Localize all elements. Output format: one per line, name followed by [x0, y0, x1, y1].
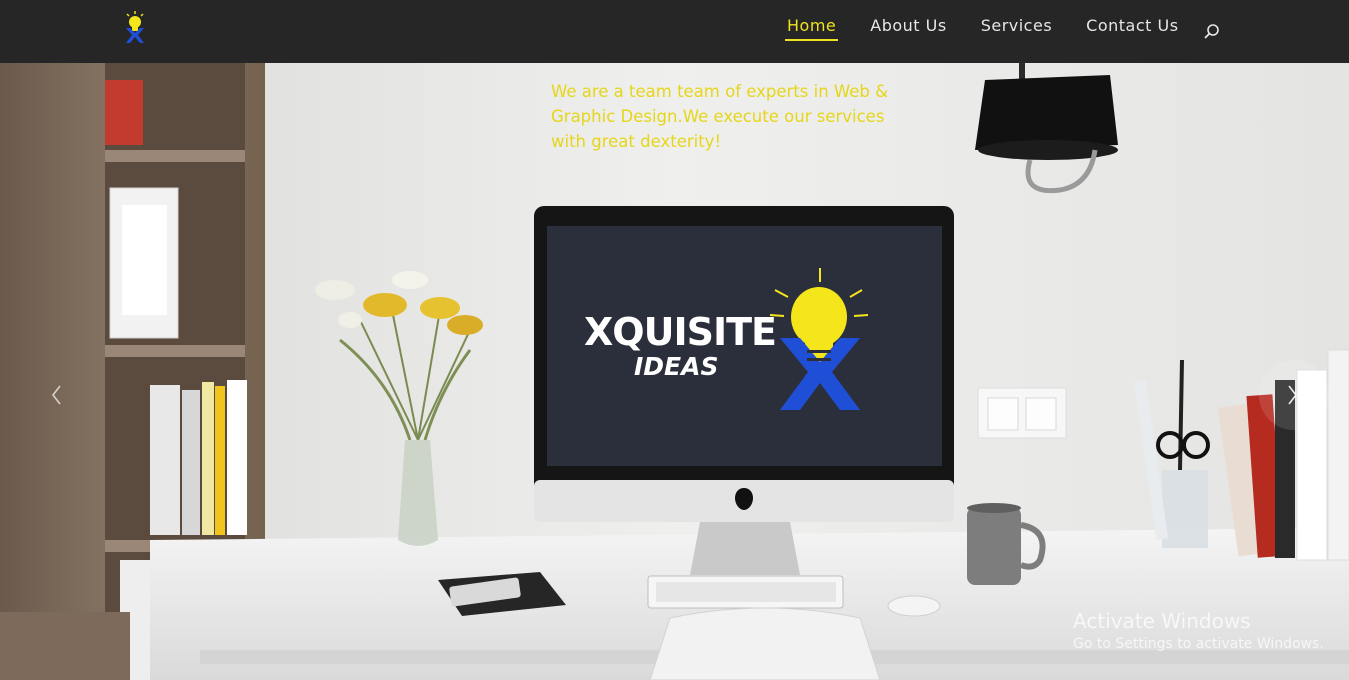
- brand-name-xquisite: XQUISITE: [584, 310, 777, 354]
- brand-name-ideas: IDEAS: [634, 352, 719, 381]
- activate-windows-watermark: Activate Windows Go to Settings to activ…: [1073, 608, 1324, 654]
- hero-tagline: We are a team team of experts in Web & G…: [551, 82, 888, 151]
- chevron-right-icon[interactable]: [1259, 360, 1329, 430]
- main-nav: Home About Us Services Contact Us: [770, 0, 1196, 63]
- nav-about-us[interactable]: About Us: [870, 0, 946, 35]
- lightbulb-x-logo-icon[interactable]: [120, 10, 150, 46]
- site-header: Home About Us Services Contact Us: [0, 0, 1349, 63]
- nav-services[interactable]: Services: [981, 0, 1052, 35]
- search-icon[interactable]: [1203, 23, 1221, 41]
- watermark-subtitle: Go to Settings to activate Windows.: [1073, 636, 1324, 652]
- nav-home[interactable]: Home: [784, 0, 839, 41]
- nav-contact-us[interactable]: Contact Us: [1086, 0, 1178, 35]
- watermark-title: Activate Windows: [1073, 609, 1251, 633]
- chevron-left-icon[interactable]: [20, 360, 90, 430]
